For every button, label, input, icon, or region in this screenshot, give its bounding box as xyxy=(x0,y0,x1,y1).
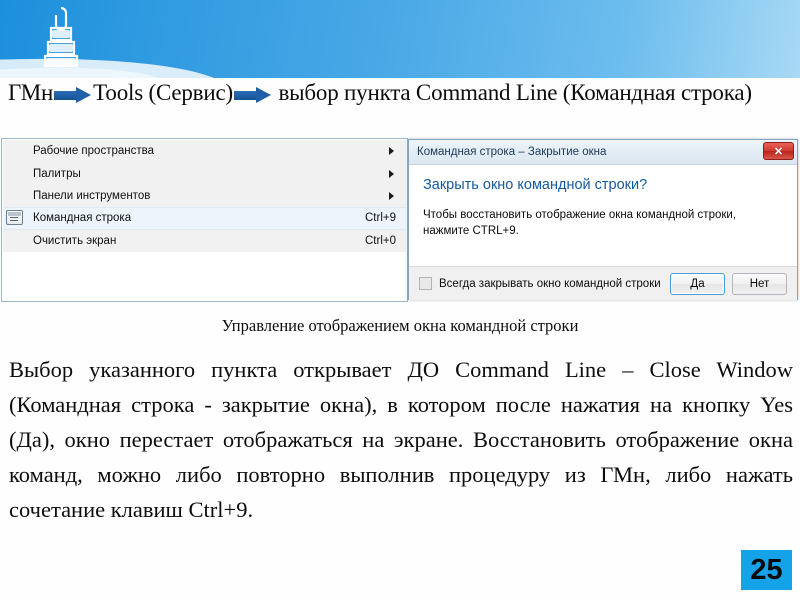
chevron-right-icon xyxy=(389,147,394,156)
menu-item-label: Очистить экран xyxy=(33,234,117,247)
always-close-checkbox[interactable] xyxy=(419,277,432,290)
dialog-message: Чтобы восстановить отображение окна кома… xyxy=(423,209,737,237)
close-window-dialog: Командная строка – Закрытие окна ✕ Закры… xyxy=(408,139,798,300)
menu-item-label: Рабочие пространства xyxy=(33,145,154,158)
menu-item-label: Командная строка xyxy=(33,212,132,225)
arrow-right-icon-2 xyxy=(233,87,272,103)
menu-item-label: Панели инструментов xyxy=(33,189,151,202)
page-title: ГМн Tools (Сервис) выбор пункта Command L… xyxy=(8,80,798,105)
stacked-paperclip-icon xyxy=(38,4,84,74)
menu-item-command-line[interactable]: Командная строка Ctrl+9 xyxy=(3,207,406,230)
dialog-footer: Всегда закрывать окно командной строки Д… xyxy=(409,266,797,300)
menu-item-clear-screen[interactable]: Очистить экран Ctrl+0 xyxy=(3,230,406,252)
always-close-checkbox-group[interactable]: Всегда закрывать окно командной строки xyxy=(419,277,663,290)
menu-item-label: Палитры xyxy=(33,167,81,180)
no-button[interactable]: Нет xyxy=(732,272,787,295)
always-close-checkbox-label: Всегда закрывать окно командной строки xyxy=(439,277,661,290)
header-banner xyxy=(0,0,800,78)
chevron-right-icon xyxy=(389,169,394,178)
dialog-body: Закрыть окно командной строки? Чтобы вос… xyxy=(409,165,797,266)
menu-item-shortcut: Ctrl+9 xyxy=(365,212,396,225)
body-paragraph: Выбор указанного пункта открывает ДО Com… xyxy=(9,357,793,522)
figure-caption: Управление отображением окна командной с… xyxy=(221,316,579,335)
title-part-1: ГМн xyxy=(8,80,54,105)
chevron-right-icon xyxy=(389,191,394,200)
command-line-icon xyxy=(6,210,23,226)
tools-menu-panel: Рабочие пространства Палитры Панели инст… xyxy=(1,138,408,302)
title-part-2: Tools (Сервис) xyxy=(93,80,233,105)
yes-button[interactable]: Да xyxy=(670,272,725,295)
dialog-heading: Закрыть окно командной строки? xyxy=(423,177,648,193)
close-icon[interactable]: ✕ xyxy=(763,142,794,160)
title-part-3: выбор пункта Command Line (Командная стр… xyxy=(278,80,752,105)
menu-item-toolbars[interactable]: Панели инструментов xyxy=(3,185,406,207)
slide: ГМн Tools (Сервис) выбор пункта Command L… xyxy=(0,0,800,600)
menu-item-palettes[interactable]: Палитры xyxy=(3,162,406,184)
dialog-title: Командная строка – Закрытие окна xyxy=(417,146,607,158)
dialog-title-bar: Командная строка – Закрытие окна ✕ xyxy=(409,140,797,165)
menu-item-shortcut: Ctrl+0 xyxy=(365,234,396,247)
menu-item-list: Рабочие пространства Палитры Панели инст… xyxy=(3,140,406,252)
arrow-right-icon-1 xyxy=(54,87,92,103)
menu-item-workspaces[interactable]: Рабочие пространства xyxy=(3,140,406,162)
page-number-badge: 25 xyxy=(741,550,792,590)
